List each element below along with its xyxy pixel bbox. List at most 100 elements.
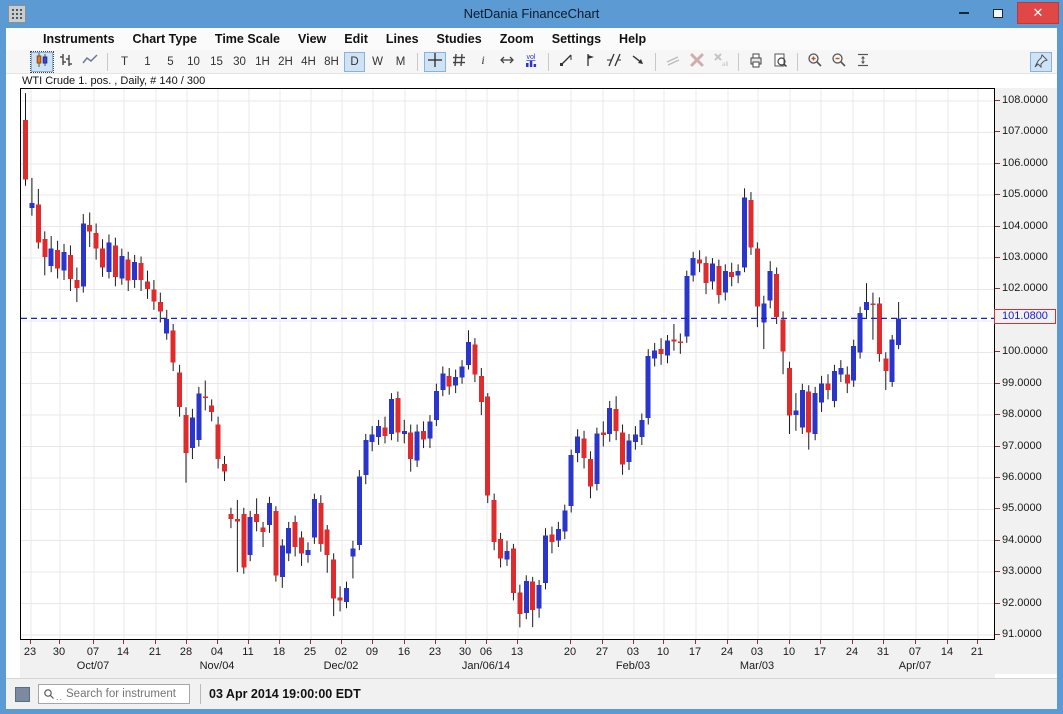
price-tick xyxy=(995,634,1000,635)
timeframe-monthly[interactable]: M xyxy=(390,52,411,72)
timeframe-8h[interactable]: 8H xyxy=(321,52,342,72)
zoom-out-icon[interactable] xyxy=(828,52,850,72)
svg-text:all: all xyxy=(722,61,729,68)
horizontal-scroll-icon[interactable] xyxy=(496,52,518,72)
time-tick-label: 17 xyxy=(689,646,701,658)
search-box[interactable]: .. xyxy=(38,684,190,704)
month-label: Nov/04 xyxy=(200,660,235,672)
time-tick xyxy=(695,640,696,644)
time-tick xyxy=(30,640,31,644)
timeframe-weekly[interactable]: W xyxy=(367,52,388,72)
time-tick xyxy=(59,640,60,644)
horizontal-scroll-icon xyxy=(499,52,515,71)
grid-icon[interactable] xyxy=(448,52,470,72)
timeframe-2h[interactable]: 2H xyxy=(275,52,296,72)
timeframe-tick[interactable]: T xyxy=(114,52,135,72)
delete-all-lines-icon: all xyxy=(713,52,729,71)
search-dots: .. xyxy=(56,692,63,702)
time-tick-label: 07 xyxy=(909,646,921,658)
candlestick-chart[interactable] xyxy=(21,89,994,639)
zoom-in-icon xyxy=(807,52,823,71)
ohlc-bars-icon xyxy=(58,52,74,71)
crosshair-icon[interactable] xyxy=(424,52,446,72)
delete-line-icon[interactable] xyxy=(686,52,708,72)
time-tick-label: 14 xyxy=(117,646,129,658)
price-tick-label: 93.0000 xyxy=(1002,565,1042,577)
time-tick xyxy=(633,640,634,644)
last-price-badge: 101.0800 xyxy=(994,309,1056,324)
delete-all-lines-icon[interactable]: all xyxy=(710,52,732,72)
time-tick xyxy=(310,640,311,644)
time-tick xyxy=(727,640,728,644)
menu-help[interactable]: Help xyxy=(610,30,655,48)
timeframe-30m[interactable]: 30 xyxy=(229,52,250,72)
price-tick-label: 95.0000 xyxy=(1002,502,1042,514)
time-tick-label: 02 xyxy=(335,646,347,658)
month-label: Mar/03 xyxy=(740,660,774,672)
time-tick xyxy=(341,640,342,644)
line-chart-icon[interactable] xyxy=(79,52,101,72)
timeframe-15m[interactable]: 15 xyxy=(206,52,227,72)
timeframe-1m[interactable]: 1 xyxy=(137,52,158,72)
maximize-button[interactable] xyxy=(983,2,1013,24)
print-preview-icon[interactable] xyxy=(769,52,791,72)
print-icon[interactable] xyxy=(745,52,767,72)
time-tick xyxy=(93,640,94,644)
pin-icon[interactable] xyxy=(1030,52,1052,72)
fit-vertical-icon xyxy=(855,52,871,71)
trend-line-icon[interactable] xyxy=(555,52,577,72)
time-axis[interactable]: 2330071421280411182502091623300613202703… xyxy=(20,640,995,678)
ohlc-bars-icon[interactable] xyxy=(55,52,77,72)
time-tick-label: 23 xyxy=(24,646,36,658)
time-tick-label: 10 xyxy=(657,646,669,658)
status-square-icon[interactable] xyxy=(15,687,30,702)
timeframe-5m[interactable]: 5 xyxy=(160,52,181,72)
pin-icon xyxy=(1033,53,1049,72)
timeframe-10m[interactable]: 10 xyxy=(183,52,204,72)
chart-plot-area[interactable] xyxy=(20,88,995,640)
price-axis[interactable]: 108.0000107.0000106.0000105.0000104.0000… xyxy=(995,88,1057,674)
search-input[interactable] xyxy=(66,688,185,700)
price-tick-label: 105.0000 xyxy=(1002,188,1048,200)
menu-studies[interactable]: Studies xyxy=(428,30,491,48)
time-tick-label: 11 xyxy=(242,646,253,658)
parallel-channel-icon[interactable] xyxy=(603,52,625,72)
menu-zoom[interactable]: Zoom xyxy=(491,30,543,48)
menu-settings[interactable]: Settings xyxy=(543,30,610,48)
menu-time-scale[interactable]: Time Scale xyxy=(206,30,289,48)
title-bar[interactable]: NetDania FinanceChart ✕ xyxy=(0,0,1063,28)
statusbar-divider xyxy=(200,684,201,704)
minimize-button[interactable] xyxy=(949,2,979,24)
menu-instruments[interactable]: Instruments xyxy=(34,30,124,48)
price-tick xyxy=(995,383,1000,384)
volume-icon[interactable]: vol xyxy=(520,52,542,72)
menu-edit[interactable]: Edit xyxy=(335,30,377,48)
parallel-channel-icon xyxy=(606,52,622,71)
time-tick xyxy=(663,640,664,644)
menu-chart-type[interactable]: Chart Type xyxy=(124,30,206,48)
vertical-line-icon[interactable] xyxy=(579,52,601,72)
price-tick-label: 99.0000 xyxy=(1002,377,1042,389)
fit-vertical-icon[interactable] xyxy=(852,52,874,72)
time-tick xyxy=(372,640,373,644)
ray-line-icon[interactable] xyxy=(627,52,649,72)
timeframe-1h[interactable]: 1H xyxy=(252,52,273,72)
time-tick-label: 31 xyxy=(877,646,889,658)
candlestick-chart-icon[interactable] xyxy=(31,52,53,72)
menu-lines[interactable]: Lines xyxy=(377,30,428,48)
zoom-in-icon[interactable] xyxy=(804,52,826,72)
time-tick xyxy=(570,640,571,644)
maximize-icon xyxy=(993,9,1003,18)
parallel-lines-icon[interactable] xyxy=(662,52,684,72)
menu-view[interactable]: View xyxy=(289,30,335,48)
timeframe-4h[interactable]: 4H xyxy=(298,52,319,72)
time-tick-label: 30 xyxy=(459,646,471,658)
info-icon[interactable]: i xyxy=(472,52,494,72)
close-button[interactable]: ✕ xyxy=(1017,2,1059,24)
time-tick xyxy=(915,640,916,644)
timeframe-daily[interactable]: D xyxy=(344,52,365,72)
month-label: Dec/02 xyxy=(324,660,359,672)
month-label: Feb/03 xyxy=(616,660,650,672)
time-tick xyxy=(217,640,218,644)
status-bar: .. 03 Apr 2014 19:00:00 EDT xyxy=(6,678,1057,709)
